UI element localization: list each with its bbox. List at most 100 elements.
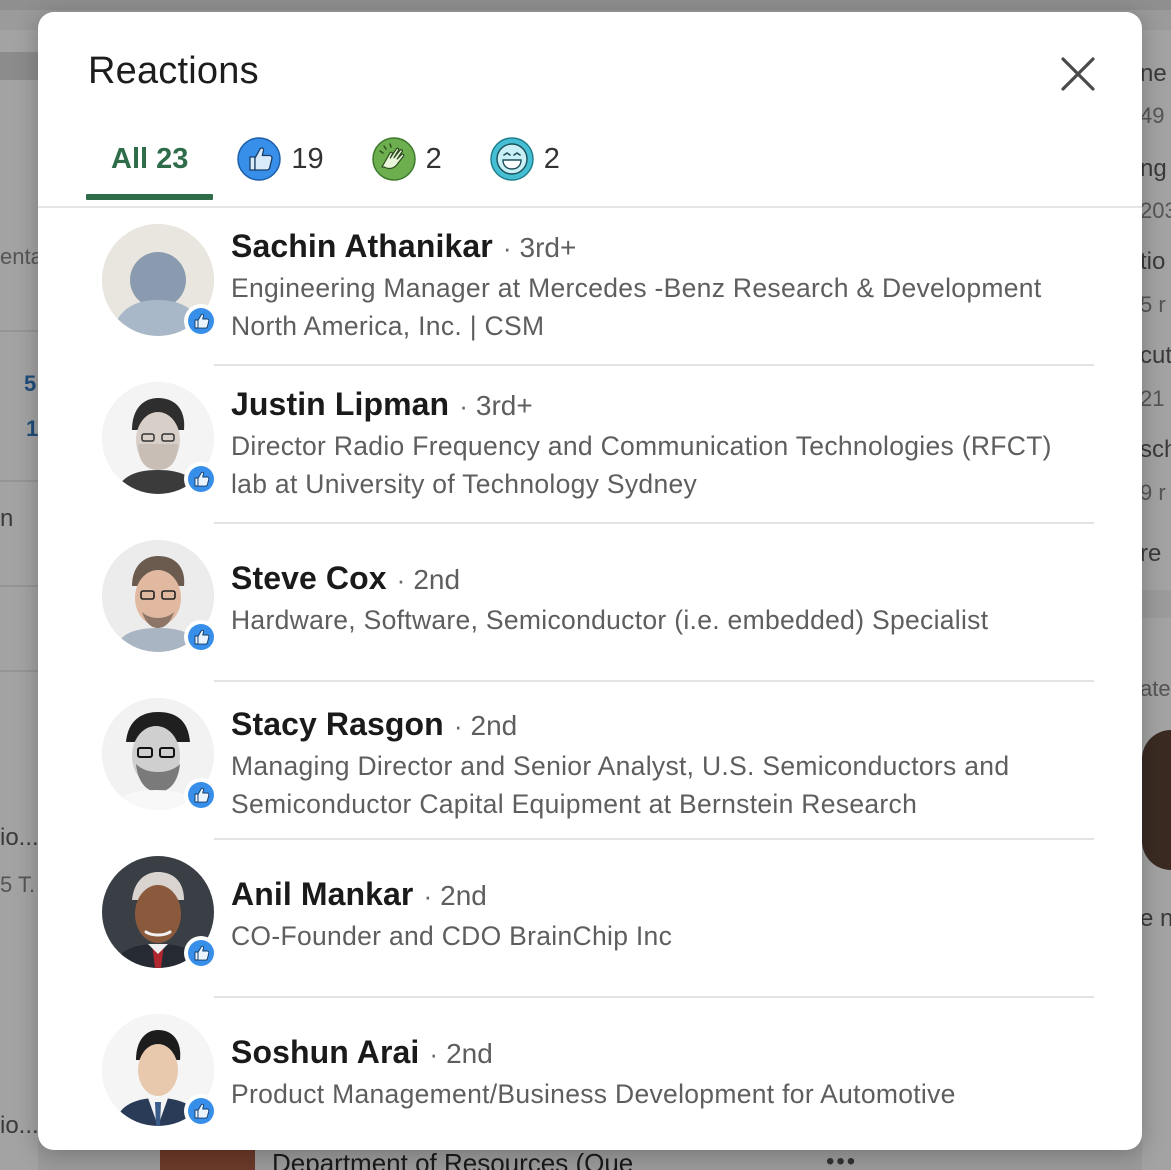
avatar[interactable]	[102, 224, 218, 338]
reactor-row[interactable]: Soshun Arai · 2nd Product Management/Bus…	[38, 998, 1142, 1150]
reactor-name[interactable]: Justin Lipman	[231, 386, 449, 423]
reactor-row[interactable]: Stacy Rasgon · 2nd Managing Director and…	[38, 682, 1142, 840]
like-icon	[188, 782, 214, 808]
like-icon	[188, 1098, 214, 1124]
background-text: Department of Resources (Que	[272, 1148, 634, 1170]
tab-like[interactable]: 19	[213, 120, 347, 198]
connection-degree: 2nd	[446, 1038, 493, 1069]
like-icon	[188, 940, 214, 966]
background-text: io...	[0, 824, 38, 851]
reactor-headline: Managing Director and Senior Analyst, U.…	[231, 751, 1010, 819]
like-icon	[188, 466, 214, 492]
avatar[interactable]	[102, 856, 218, 970]
background-text: 5 T.	[0, 872, 36, 897]
background-text: re	[1140, 540, 1162, 567]
like-badge	[184, 936, 218, 970]
background-strip	[0, 52, 38, 80]
background-text: tio	[1140, 248, 1166, 275]
close-icon	[1061, 57, 1095, 91]
reactor-headline: Director Radio Frequency and Communicati…	[231, 431, 1052, 499]
like-badge	[184, 778, 218, 812]
reactor-row[interactable]: Steve Cox · 2nd Hardware, Software, Semi…	[38, 524, 1142, 682]
like-badge	[184, 304, 218, 338]
reactions-modal: Reactions All 23 19 2 2 Sachin Athanikar…	[38, 12, 1142, 1150]
background-text: 49	[1140, 103, 1165, 128]
background-divider	[0, 670, 38, 672]
reactor-info: Justin Lipman · 3rd+ Director Radio Freq…	[231, 386, 1094, 503]
background-divider	[0, 480, 38, 482]
reactor-name[interactable]: Soshun Arai	[231, 1034, 419, 1071]
like-badge	[184, 620, 218, 654]
separator-dot: ·	[423, 881, 433, 911]
background-left-card	[0, 30, 38, 1170]
background-text: ate	[1140, 676, 1171, 701]
reactor-row[interactable]: Anil Mankar · 2nd CO-Founder and CDO Bra…	[38, 840, 1142, 998]
like-badge	[184, 1094, 218, 1128]
reactor-headline: Hardware, Software, Semiconductor (i.e. …	[231, 605, 989, 635]
background-text: n	[0, 505, 14, 532]
background-topbar	[0, 0, 1171, 10]
close-button[interactable]	[1052, 48, 1104, 100]
reactor-info: Soshun Arai · 2nd Product Management/Bus…	[231, 1034, 1094, 1113]
reactor-headline: Product Management/Business Development …	[231, 1079, 956, 1109]
tab-label: All	[111, 142, 149, 175]
background-divider	[0, 330, 38, 332]
background-text: 9 r	[1140, 480, 1166, 505]
connection-degree: 3rd+	[519, 232, 577, 263]
connection-degree: 2nd	[470, 710, 518, 741]
separator-dot: ·	[453, 711, 463, 741]
background-text: 21 r	[1140, 386, 1171, 411]
reactors-list: Sachin Athanikar · 3rd+ Engineering Mana…	[38, 208, 1142, 1150]
reactor-name[interactable]: Stacy Rasgon	[231, 706, 444, 743]
background-divider	[0, 585, 38, 587]
background-text: io...	[0, 1112, 38, 1139]
reactor-name[interactable]: Steve Cox	[231, 560, 387, 597]
background-text: enta	[0, 244, 38, 269]
tab-count: 2	[543, 142, 560, 175]
reactor-headline: CO-Founder and CDO BrainChip Inc	[231, 921, 673, 951]
celebrate-icon	[371, 137, 416, 181]
avatar[interactable]	[102, 698, 218, 812]
reactor-info: Sachin Athanikar · 3rd+ Engineering Mana…	[231, 228, 1094, 345]
separator-dot: ·	[429, 1039, 439, 1069]
like-icon	[237, 137, 282, 181]
reactor-info: Steve Cox · 2nd Hardware, Software, Semi…	[231, 560, 1094, 639]
tab-count: 2	[425, 142, 442, 175]
separator-dot: ·	[459, 391, 468, 421]
reactor-info: Stacy Rasgon · 2nd Managing Director and…	[231, 706, 1094, 823]
tab-funny[interactable]: 2	[466, 120, 584, 198]
connection-degree: 3rd+	[475, 390, 533, 421]
reactor-row[interactable]: Sachin Athanikar · 3rd+ Engineering Mana…	[38, 208, 1142, 366]
modal-title: Reactions	[88, 50, 259, 92]
reactor-row[interactable]: Justin Lipman · 3rd+ Director Radio Freq…	[38, 366, 1142, 524]
separator-dot: ·	[502, 233, 512, 263]
background-text: 203	[1140, 198, 1171, 223]
tab-all[interactable]: All 23	[86, 120, 214, 200]
separator-dot: ·	[396, 565, 406, 595]
reactor-name[interactable]: Sachin Athanikar	[231, 228, 493, 265]
background-text: ne	[1140, 60, 1167, 87]
background-text: cut	[1140, 342, 1171, 369]
connection-degree: 2nd	[413, 564, 461, 595]
active-tab-indicator	[86, 194, 214, 200]
background-text: e n	[1140, 905, 1171, 932]
reaction-tabs: All 23 19 2 2	[86, 120, 1094, 206]
like-icon	[188, 308, 214, 334]
background-text: sch	[1140, 436, 1171, 463]
avatar[interactable]	[102, 382, 218, 496]
tab-count: 23	[156, 142, 189, 175]
background-text: 5 r	[1140, 292, 1166, 317]
reactor-name[interactable]: Anil Mankar	[231, 876, 413, 913]
background-text: ng	[1140, 155, 1167, 182]
background-text: 5	[24, 371, 37, 396]
tab-celebrate[interactable]: 2	[348, 120, 466, 198]
reactor-headline: Engineering Manager at Mercedes -Benz Re…	[231, 273, 1042, 341]
avatar[interactable]	[102, 540, 218, 654]
background-thumbnail	[160, 1150, 255, 1170]
more-icon: •••	[826, 1148, 858, 1170]
funny-icon	[489, 137, 534, 181]
avatar[interactable]	[102, 1014, 218, 1128]
like-badge	[184, 462, 218, 496]
background-avatar	[1142, 730, 1171, 870]
reactor-info: Anil Mankar · 2nd CO-Founder and CDO Bra…	[231, 876, 1094, 955]
